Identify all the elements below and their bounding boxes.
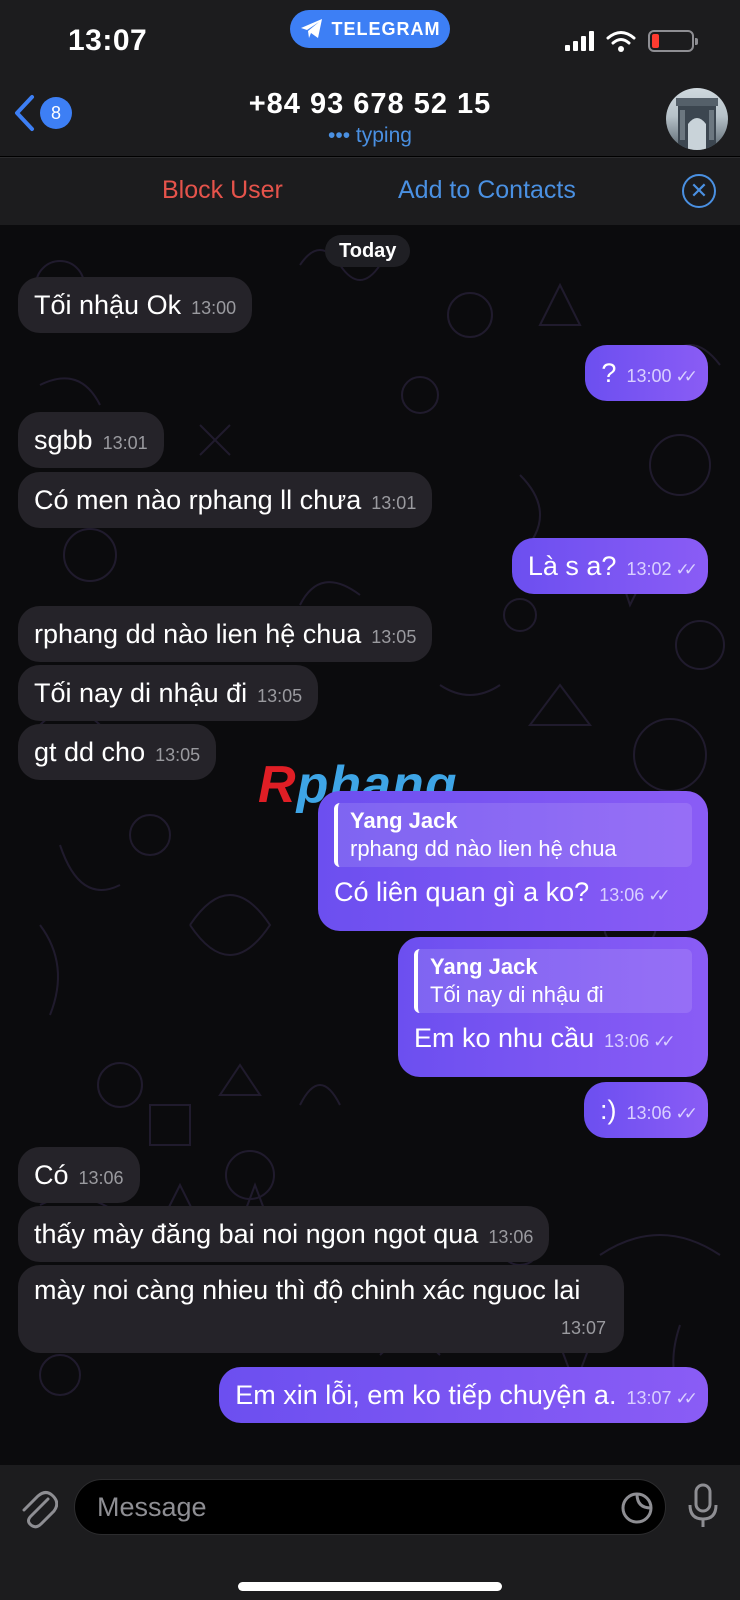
block-user-button[interactable]: Block User xyxy=(162,176,283,205)
message-text: sgbb xyxy=(34,425,93,455)
message-time: 13:06 xyxy=(488,1227,534,1247)
read-check-icon: ✓✓ xyxy=(653,1032,675,1051)
message-time: 13:02 xyxy=(626,559,672,579)
battery-icon xyxy=(648,30,698,52)
telegram-pill-label: TELEGRAM xyxy=(331,18,441,39)
message-bubble[interactable]: Tối nay di nhậu đi 13:05 xyxy=(18,665,319,721)
close-icon[interactable]: ✕ xyxy=(682,174,716,208)
message-bubble[interactable]: :) 13:06 ✓✓ xyxy=(583,1082,708,1138)
chat-header: 8 +84 93 678 52 15 ••• typing xyxy=(0,80,740,156)
message-bubble[interactable]: rphang dd nào lien hệ chua 13:05 xyxy=(18,606,433,662)
message-bubble[interactable]: ? 13:00 ✓✓ xyxy=(585,345,708,401)
message-time: 13:07 xyxy=(626,1388,672,1408)
reply-author: Yang Jack xyxy=(430,954,538,979)
wifi-icon xyxy=(606,31,636,52)
message-bubble[interactable]: Có men nào rphang ll chưa 13:01 xyxy=(18,472,433,528)
message-bubble[interactable]: sgbb 13:01 xyxy=(18,412,164,468)
read-check-icon: ✓✓ xyxy=(648,886,670,905)
read-check-icon: ✓✓ xyxy=(675,367,698,386)
reply-author: Yang Jack xyxy=(350,808,458,833)
message-text: Tối nhậu Ok xyxy=(34,290,182,320)
reply-text: Tối nay di nhậu đi xyxy=(430,982,604,1007)
paperclip-icon[interactable] xyxy=(18,1485,58,1531)
message-bubble[interactable]: Là s a? 13:02 ✓✓ xyxy=(511,538,708,594)
message-text: rphang dd nào lien hệ chua xyxy=(34,619,362,649)
input-bar xyxy=(0,1465,740,1600)
message-text: gt dd cho xyxy=(34,737,146,767)
message-time: 13:05 xyxy=(257,686,303,706)
message-time: 13:06 xyxy=(604,1031,650,1051)
reply-text: rphang dd nào lien hệ chua xyxy=(350,836,617,861)
read-check-icon: ✓✓ xyxy=(675,1104,698,1123)
add-to-contacts-button[interactable]: Add to Contacts xyxy=(398,176,576,205)
reply-quote[interactable]: Yang Jack Tối nay di nhậu đi xyxy=(414,949,692,1013)
contact-name[interactable]: +84 93 678 52 15 xyxy=(0,88,740,121)
message-time: 13:05 xyxy=(155,745,201,765)
message-bubble[interactable]: thấy mày đăng bai noi ngon ngot qua 13:06 xyxy=(18,1206,550,1262)
message-bubble[interactable]: gt dd cho 13:05 xyxy=(18,724,217,780)
status-icons xyxy=(565,30,698,52)
message-bubble-reply[interactable]: Yang Jack rphang dd nào lien hệ chua Có … xyxy=(318,791,708,931)
message-text: Là s a? xyxy=(527,551,617,581)
message-text: mày noi càng nhieu thì độ chinh xác nguo… xyxy=(34,1275,581,1305)
message-text: Có men nào rphang ll chưa xyxy=(34,485,362,515)
message-input[interactable] xyxy=(74,1479,666,1535)
signal-icon xyxy=(565,31,594,51)
message-time: 13:05 xyxy=(371,627,417,647)
status-bar: 13:07 TELEGRAM xyxy=(0,0,740,80)
message-text: Em xin lỗi, em ko tiếp chuyện a. xyxy=(235,1380,617,1410)
message-time: 13:01 xyxy=(102,433,148,453)
read-check-icon: ✓✓ xyxy=(675,1389,698,1408)
message-time: 13:06 xyxy=(599,885,645,905)
telegram-pill[interactable]: TELEGRAM xyxy=(290,10,450,48)
date-divider: Today xyxy=(325,235,411,267)
message-text: Có liên quan gì a ko? xyxy=(334,877,590,907)
message-text: Tối nay di nhậu đi xyxy=(34,678,248,708)
message-bubble[interactable]: Tối nhậu Ok 13:00 xyxy=(18,277,253,333)
message-time: 13:01 xyxy=(371,493,417,513)
avatar[interactable] xyxy=(666,88,728,150)
message-time: 13:06 xyxy=(626,1103,672,1123)
chat-area[interactable]: Today Rphang Tối nhậu Ok 13:00 ? 13:00 ✓✓ s… xyxy=(0,225,740,1465)
action-bar: Block User Add to Contacts ✕ xyxy=(0,157,740,225)
message-bubble-reply[interactable]: Yang Jack Tối nay di nhậu đi Em ko nhu c… xyxy=(398,937,708,1077)
avatar-image xyxy=(676,98,718,150)
read-check-icon: ✓✓ xyxy=(675,560,698,579)
message-bubble[interactable]: Có 13:06 xyxy=(18,1147,140,1203)
message-text: thấy mày đăng bai noi ngon ngot qua xyxy=(34,1219,479,1249)
message-time: 13:06 xyxy=(78,1168,124,1188)
message-text: Em ko nhu cầu xyxy=(414,1023,595,1053)
home-indicator[interactable] xyxy=(238,1582,502,1591)
message-time: 13:00 xyxy=(626,366,672,386)
reply-quote[interactable]: Yang Jack rphang dd nào lien hệ chua xyxy=(334,803,692,867)
message-time: 13:00 xyxy=(191,298,237,318)
typing-status: ••• typing xyxy=(328,124,412,147)
message-time: 13:07 xyxy=(560,1318,606,1338)
message-text: :) xyxy=(599,1095,617,1125)
message-text: ? xyxy=(601,358,617,388)
telegram-plane-icon xyxy=(300,19,322,38)
message-bubble[interactable]: mày noi càng nhieu thì độ chinh xác nguo… xyxy=(18,1265,624,1353)
microphone-icon[interactable] xyxy=(686,1483,720,1529)
status-time: 13:07 xyxy=(68,24,148,57)
message-text: Có xyxy=(34,1160,69,1190)
sticker-icon[interactable] xyxy=(620,1491,654,1525)
message-bubble[interactable]: Em xin lỗi, em ko tiếp chuyện a. 13:07 ✓✓ xyxy=(219,1367,708,1423)
